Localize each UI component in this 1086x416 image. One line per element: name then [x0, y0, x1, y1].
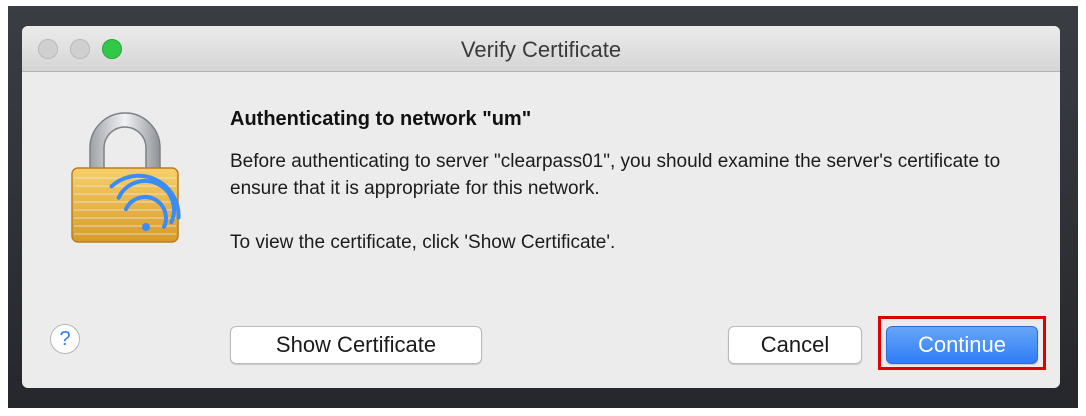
- show-certificate-button[interactable]: Show Certificate: [230, 326, 482, 364]
- dialog-heading: Authenticating to network "um": [230, 108, 532, 130]
- dialog-instruction: To view the certificate, click 'Show Cer…: [230, 232, 616, 253]
- lock-wifi-icon: [71, 112, 181, 243]
- window-title: Verify Certificate: [460, 37, 622, 62]
- cancel-button[interactable]: Cancel: [728, 326, 862, 364]
- continue-highlight-box: [878, 316, 1046, 370]
- help-button[interactable]: ?: [50, 324, 80, 354]
- dialog-message: Before authenticating to server "clearpa…: [230, 151, 1001, 199]
- titlebar: Verify Certificate: [22, 26, 1060, 72]
